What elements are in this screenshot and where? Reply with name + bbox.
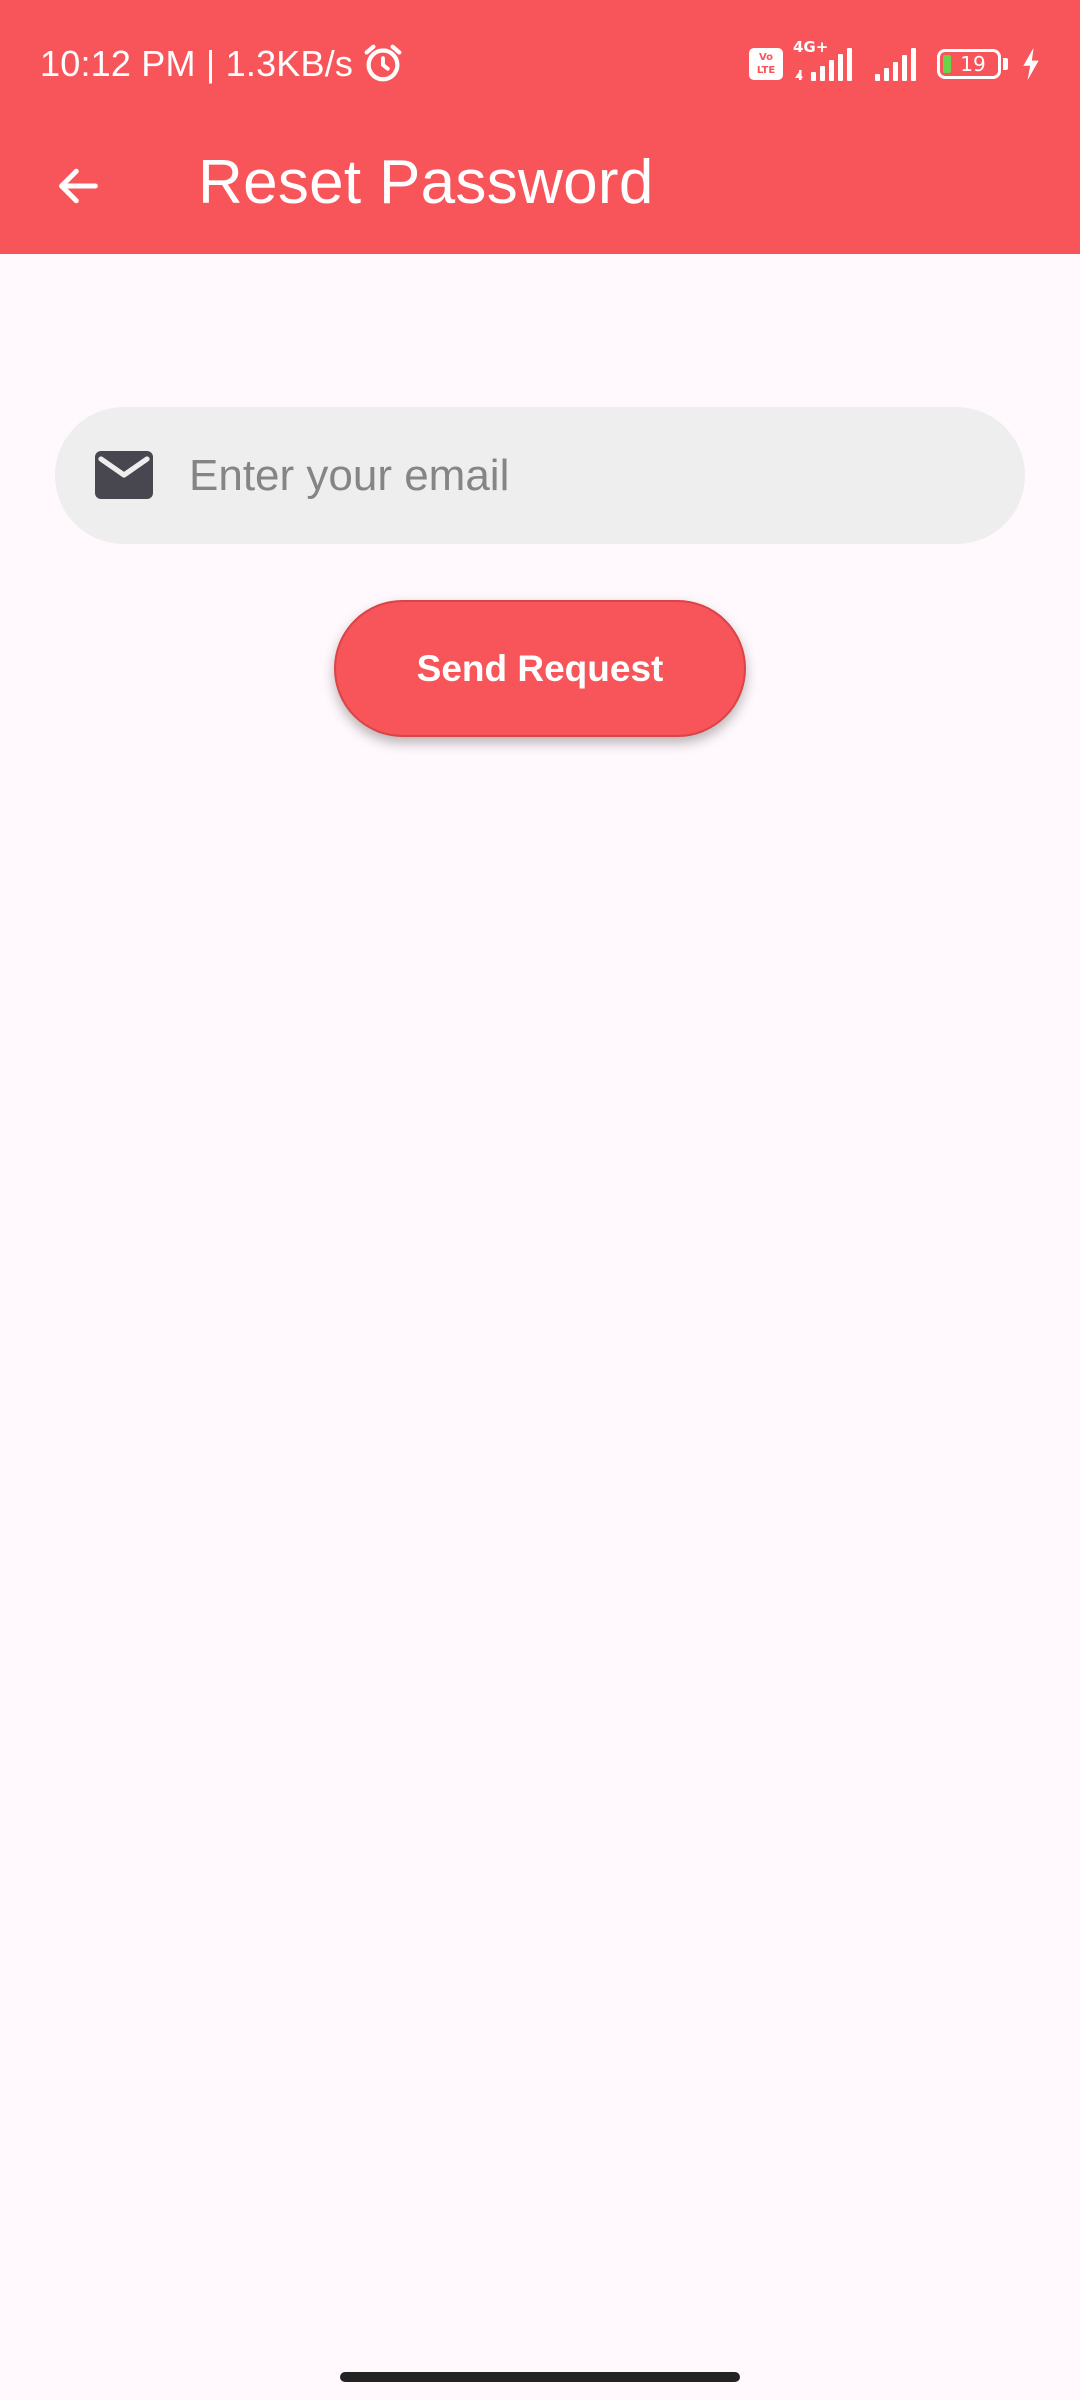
volte-icon: Vo LTE — [749, 48, 783, 80]
page-title: Reset Password — [198, 148, 654, 217]
app-bar: Reset Password — [0, 124, 1080, 254]
battery-tip — [1003, 58, 1008, 70]
status-bar: 10:12 PM | 1.3KB/s Vo LTE 4G+ 19 — [0, 0, 1080, 124]
battery-level: 19 — [960, 52, 986, 76]
network-type-label: 4G+ — [793, 38, 829, 56]
charging-icon — [1023, 47, 1039, 81]
home-indicator[interactable] — [340, 2372, 740, 2382]
mail-icon — [95, 451, 153, 499]
top-bar: 10:12 PM | 1.3KB/s Vo LTE 4G+ 19 Reset P… — [0, 0, 1080, 254]
signal-icon — [875, 48, 916, 81]
volte-bottom-label: LTE — [756, 65, 776, 76]
status-icons: Vo LTE 4G+ 19 — [749, 38, 1042, 84]
volte-top-label: Vo — [758, 52, 774, 63]
status-time-speed: 10:12 PM | 1.3KB/s — [40, 43, 354, 84]
battery-icon: 19 — [937, 49, 1001, 79]
signal-icon: 4G+ — [791, 38, 865, 84]
back-button[interactable] — [38, 146, 118, 226]
send-request-button[interactable]: Send Request — [334, 600, 746, 737]
arrow-left-icon[interactable] — [52, 160, 104, 212]
email-field[interactable] — [55, 407, 1025, 544]
battery-fill — [943, 55, 951, 73]
alarm-icon — [364, 44, 402, 82]
email-input[interactable] — [189, 407, 969, 544]
